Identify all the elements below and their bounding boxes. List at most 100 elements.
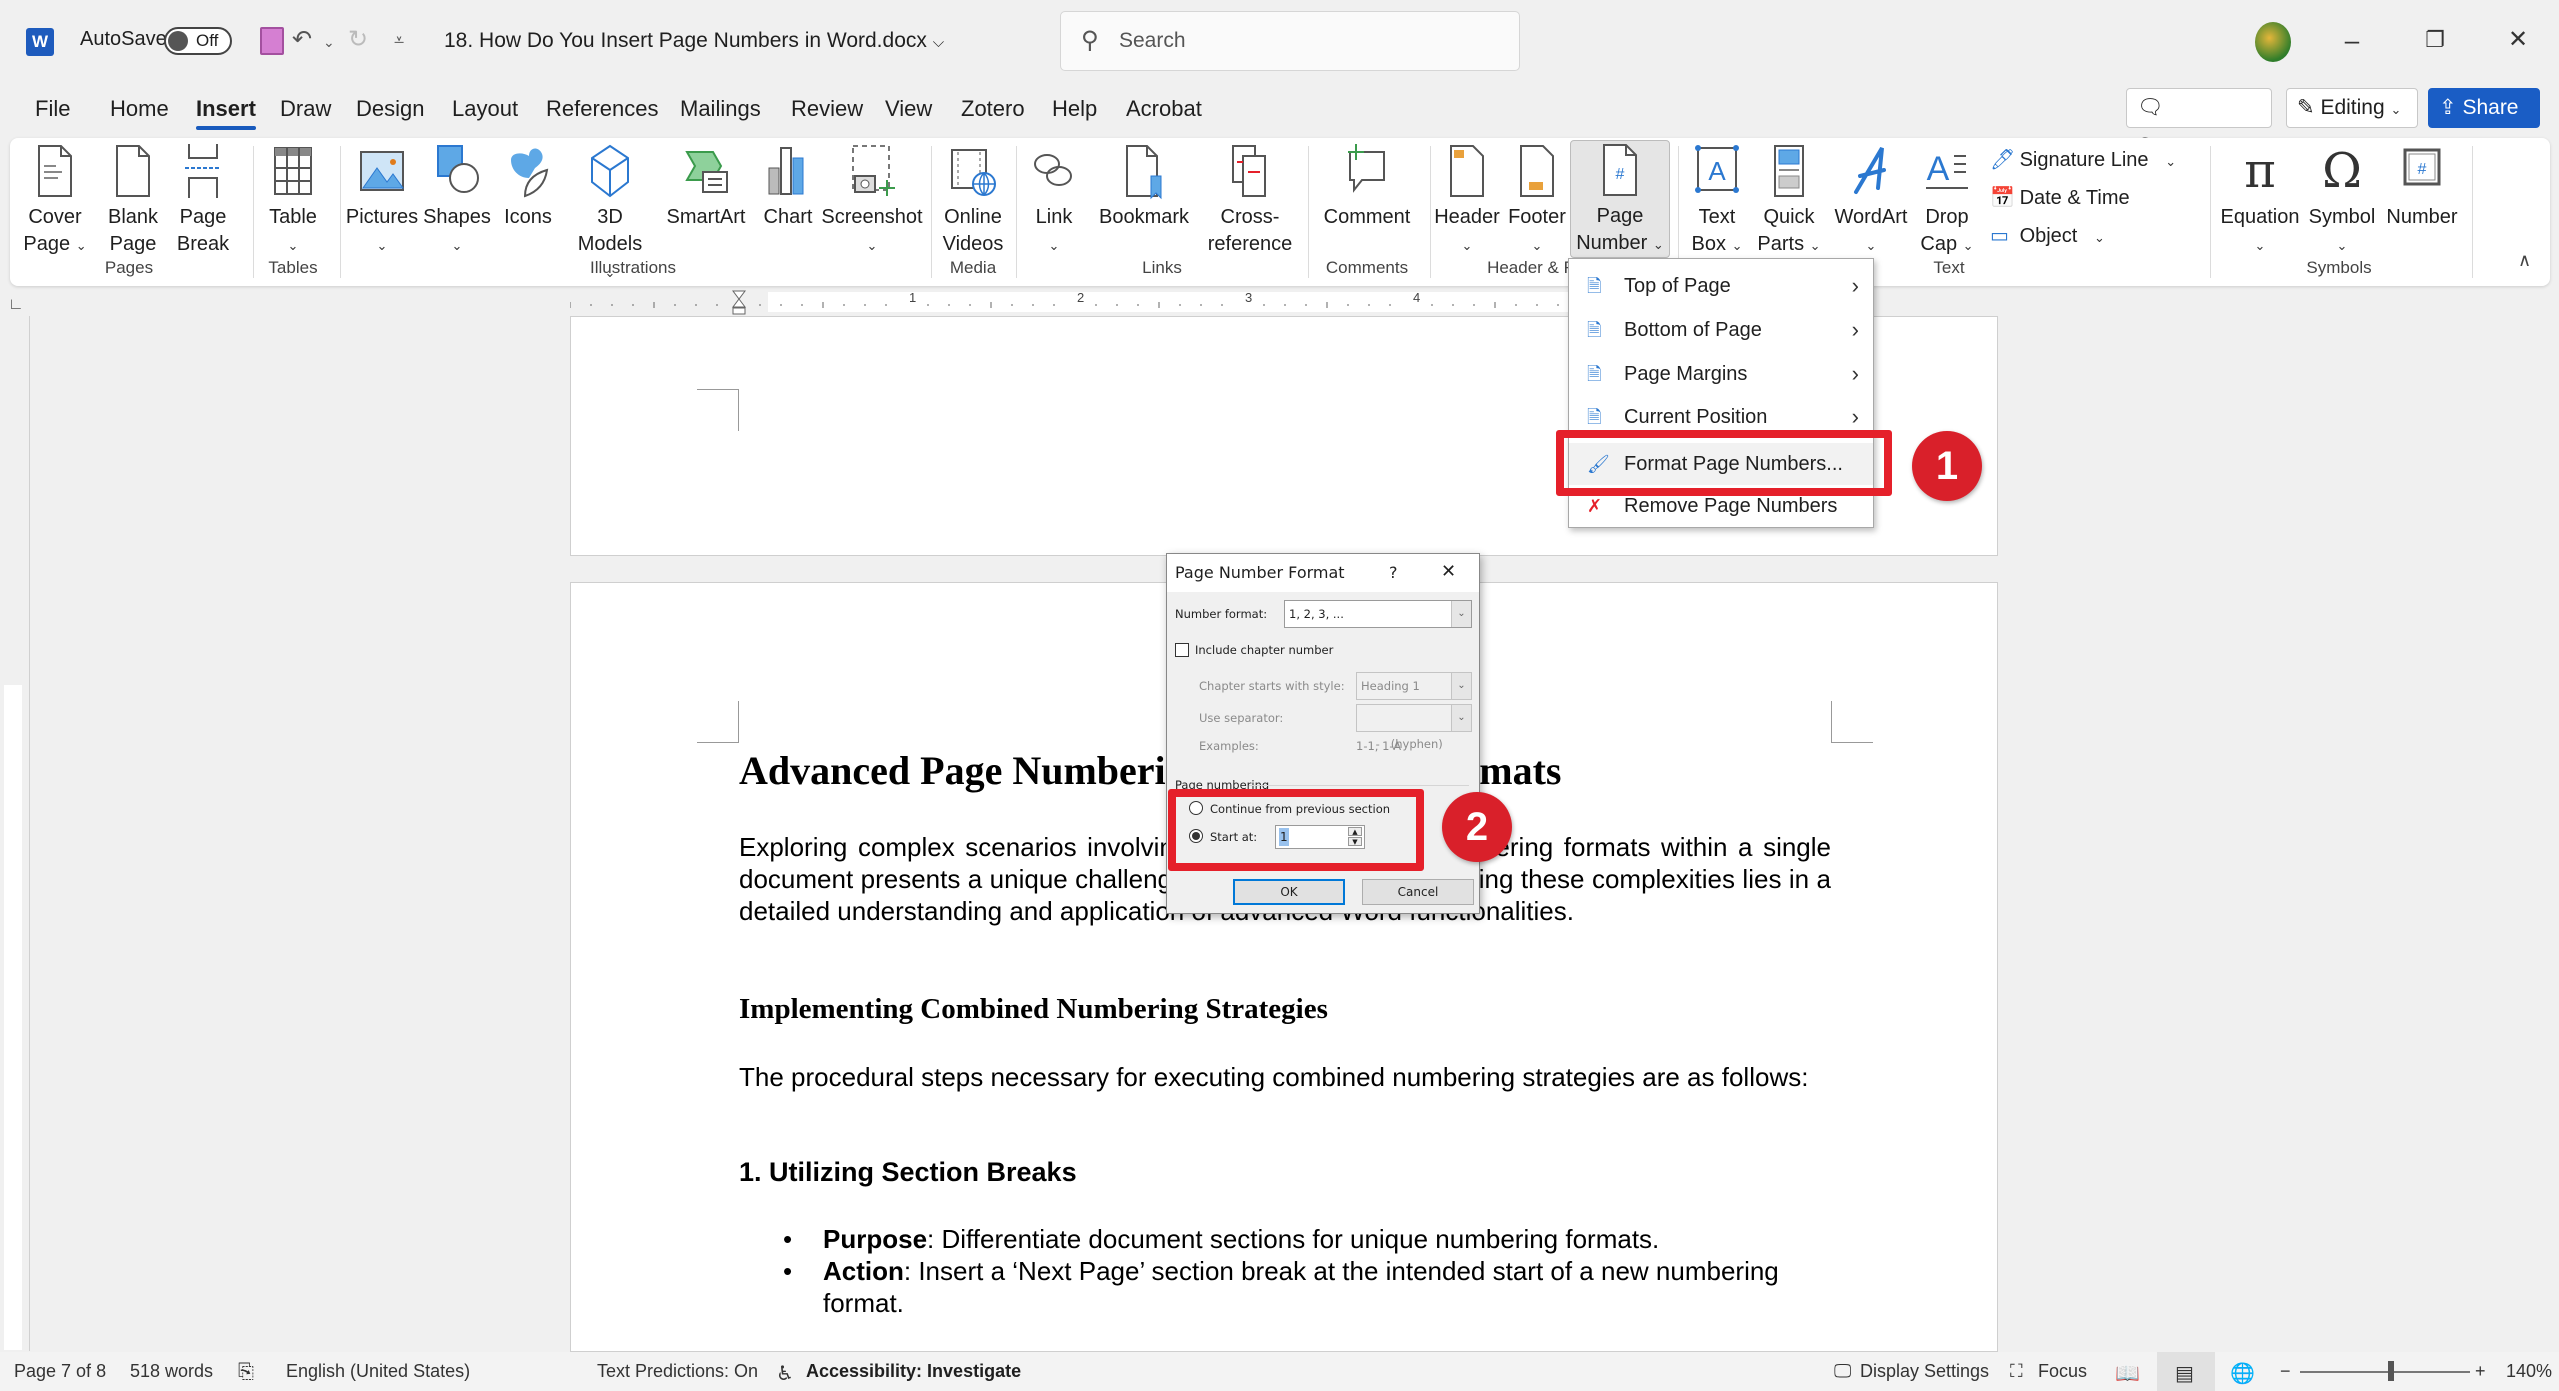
horizontal-ruler[interactable]: 1 2 3 4 bbox=[30, 290, 2550, 316]
chevron-down-icon: ⌄ bbox=[1652, 237, 1664, 252]
tab-view[interactable]: View bbox=[885, 96, 932, 122]
screenshot-button[interactable]: Screenshot ⌄ bbox=[818, 142, 926, 259]
search-box[interactable]: ⚲ Search bbox=[1060, 11, 1520, 71]
blank-page-button[interactable]: Blank Page bbox=[100, 142, 166, 258]
zoom-level[interactable]: 140% bbox=[2506, 1361, 2552, 1382]
save-icon[interactable] bbox=[260, 27, 284, 55]
text-predictions-status[interactable]: Text Predictions: On bbox=[597, 1361, 758, 1382]
quick-parts-label-2: Parts bbox=[1757, 233, 1805, 255]
drop-cap-button[interactable]: A Drop Cap ⌄ bbox=[1914, 142, 1980, 259]
share-button[interactable]: ⇪ Share ⌄ bbox=[2428, 88, 2540, 155]
tab-help[interactable]: Help bbox=[1052, 96, 1097, 122]
menu-item-bottom-of-page[interactable]: 🗎 Bottom of Page › bbox=[1569, 309, 1873, 351]
dialog-close-button[interactable]: ✕ bbox=[1441, 561, 1456, 582]
tab-draw[interactable]: Draw bbox=[280, 96, 331, 122]
ok-button[interactable]: OK bbox=[1233, 879, 1345, 905]
equation-button[interactable]: π Equation ⌄ bbox=[2216, 142, 2304, 259]
tab-selector-icon[interactable]: ∟ bbox=[8, 296, 24, 314]
shapes-button[interactable]: Shapes ⌄ bbox=[422, 142, 492, 259]
editing-label: Editing bbox=[2320, 96, 2385, 119]
undo-dropdown-icon[interactable]: ⌄ bbox=[323, 34, 335, 51]
tab-layout[interactable]: Layout bbox=[452, 96, 518, 122]
new-comment-button[interactable]: Comment bbox=[1310, 142, 1424, 231]
object-button[interactable]: ▭ Object ⌄ bbox=[1990, 222, 2105, 252]
minimize-button[interactable]: – bbox=[2327, 20, 2377, 60]
tab-design[interactable]: Design bbox=[356, 96, 424, 122]
signature-line-button[interactable]: 🖊 Signature Line ⌄ bbox=[1990, 146, 2176, 176]
include-chapter-checkbox[interactable] bbox=[1175, 643, 1189, 657]
editing-mode-button[interactable]: ✎ Editing ⌄ bbox=[2286, 88, 2418, 128]
title-bar: W AutoSave Off ↶ ⌄ ↻ ⩡ 18. How Do You In… bbox=[0, 0, 2559, 82]
word-count-status[interactable]: 518 words bbox=[130, 1361, 213, 1382]
symbol-button[interactable]: Ω Symbol ⌄ bbox=[2306, 142, 2378, 259]
customize-qat-icon[interactable]: ⩡ bbox=[394, 30, 404, 51]
print-layout-icon[interactable]: ▤ bbox=[2175, 1361, 2194, 1386]
menu-item-label: Page Margins bbox=[1624, 363, 1748, 385]
number-format-select[interactable]: 1, 2, 3, ... ⌄ bbox=[1284, 600, 1472, 628]
tab-insert[interactable]: Insert bbox=[196, 96, 256, 130]
bookmark-button[interactable]: Bookmark bbox=[1094, 142, 1194, 231]
online-videos-button[interactable]: Online Videos bbox=[936, 142, 1010, 258]
quick-parts-button[interactable]: Quick Parts ⌄ bbox=[1754, 142, 1824, 259]
zoom-out-button[interactable]: − bbox=[2280, 1361, 2291, 1382]
annotation-highlight-box-1 bbox=[1556, 430, 1892, 496]
number-button[interactable]: # Number bbox=[2382, 142, 2462, 231]
signature-line-label: Signature Line bbox=[2019, 149, 2149, 171]
web-layout-icon[interactable]: 🌐 bbox=[2230, 1361, 2255, 1386]
svg-text:#: # bbox=[2418, 161, 2427, 178]
zoom-slider-thumb[interactable] bbox=[2388, 1361, 2394, 1381]
link-button[interactable]: Link ⌄ bbox=[1024, 142, 1084, 259]
menu-item-page-margins[interactable]: 🗎 Page Margins › bbox=[1569, 353, 1873, 395]
zoom-in-button[interactable]: + bbox=[2475, 1361, 2486, 1382]
smartart-button[interactable]: SmartArt bbox=[658, 142, 754, 231]
tab-mailings[interactable]: Mailings bbox=[680, 96, 761, 122]
dialog-title: Page Number Format bbox=[1175, 563, 1345, 582]
zoom-slider[interactable] bbox=[2300, 1371, 2470, 1373]
language-status[interactable]: English (United States) bbox=[286, 1361, 470, 1382]
margin-corner-mark bbox=[697, 389, 739, 431]
tab-acrobat[interactable]: Acrobat bbox=[1126, 96, 1202, 122]
wordart-button[interactable]: WordArt ⌄ bbox=[1828, 142, 1914, 259]
help-button[interactable]: ? bbox=[1389, 563, 1398, 582]
comments-button[interactable]: 🗨 Comments bbox=[2126, 88, 2272, 157]
accessibility-status[interactable]: Accessibility: Investigate bbox=[806, 1361, 1021, 1382]
chevron-down-icon: ⌄ bbox=[1865, 238, 1877, 253]
display-settings-button[interactable]: Display Settings bbox=[1860, 1361, 1989, 1382]
undo-icon[interactable]: ↶ bbox=[292, 25, 312, 54]
autosave-state: Off bbox=[196, 31, 219, 50]
header-label: Header bbox=[1434, 206, 1500, 228]
tab-review[interactable]: Review bbox=[791, 96, 863, 122]
cover-page-button[interactable]: Cover Page ⌄ bbox=[22, 142, 88, 259]
collapse-ribbon-icon[interactable]: ∧ bbox=[2518, 250, 2531, 271]
cross-reference-button[interactable]: Cross- reference bbox=[1200, 142, 1300, 258]
vertical-ruler[interactable] bbox=[4, 685, 22, 1350]
indent-marker-icon[interactable] bbox=[731, 290, 747, 316]
chart-button[interactable]: Chart bbox=[758, 142, 818, 231]
icons-button[interactable]: Icons bbox=[500, 142, 556, 231]
autosave-toggle[interactable]: Off bbox=[164, 27, 232, 55]
page-count-status[interactable]: Page 7 of 8 bbox=[14, 1361, 106, 1382]
tab-file[interactable]: File bbox=[35, 96, 70, 122]
table-button[interactable]: Table ⌄ bbox=[260, 142, 326, 259]
tab-references[interactable]: References bbox=[546, 96, 659, 122]
document-title[interactable]: 18. How Do You Insert Page Numbers in Wo… bbox=[444, 29, 944, 53]
header-button[interactable]: Header ⌄ bbox=[1434, 142, 1500, 259]
user-avatar[interactable] bbox=[2255, 22, 2291, 62]
menu-item-top-of-page[interactable]: 🗎 Top of Page › bbox=[1569, 265, 1873, 307]
focus-button[interactable]: Focus bbox=[2038, 1361, 2087, 1382]
redo-icon[interactable]: ↻ bbox=[348, 25, 368, 54]
read-mode-icon[interactable]: 📖 bbox=[2115, 1361, 2140, 1386]
date-time-button[interactable]: 📅 Date & Time bbox=[1990, 184, 2130, 212]
blank-page-icon bbox=[100, 142, 166, 200]
cancel-button[interactable]: Cancel bbox=[1362, 879, 1474, 905]
tab-home[interactable]: Home bbox=[110, 96, 169, 122]
proofing-icon[interactable]: ⎘ bbox=[238, 1361, 254, 1384]
page-number-button[interactable]: # Page Number ⌄ bbox=[1570, 140, 1670, 258]
pictures-button[interactable]: Pictures ⌄ bbox=[340, 142, 424, 259]
close-button[interactable]: ✕ bbox=[2493, 20, 2543, 60]
tab-zotero[interactable]: Zotero bbox=[961, 96, 1025, 122]
text-box-button[interactable]: A Text Box ⌄ bbox=[1684, 142, 1750, 259]
footer-button[interactable]: Footer ⌄ bbox=[1504, 142, 1570, 259]
page-break-button[interactable]: Page Break bbox=[170, 142, 236, 258]
restore-button[interactable]: ❐ bbox=[2410, 20, 2460, 60]
